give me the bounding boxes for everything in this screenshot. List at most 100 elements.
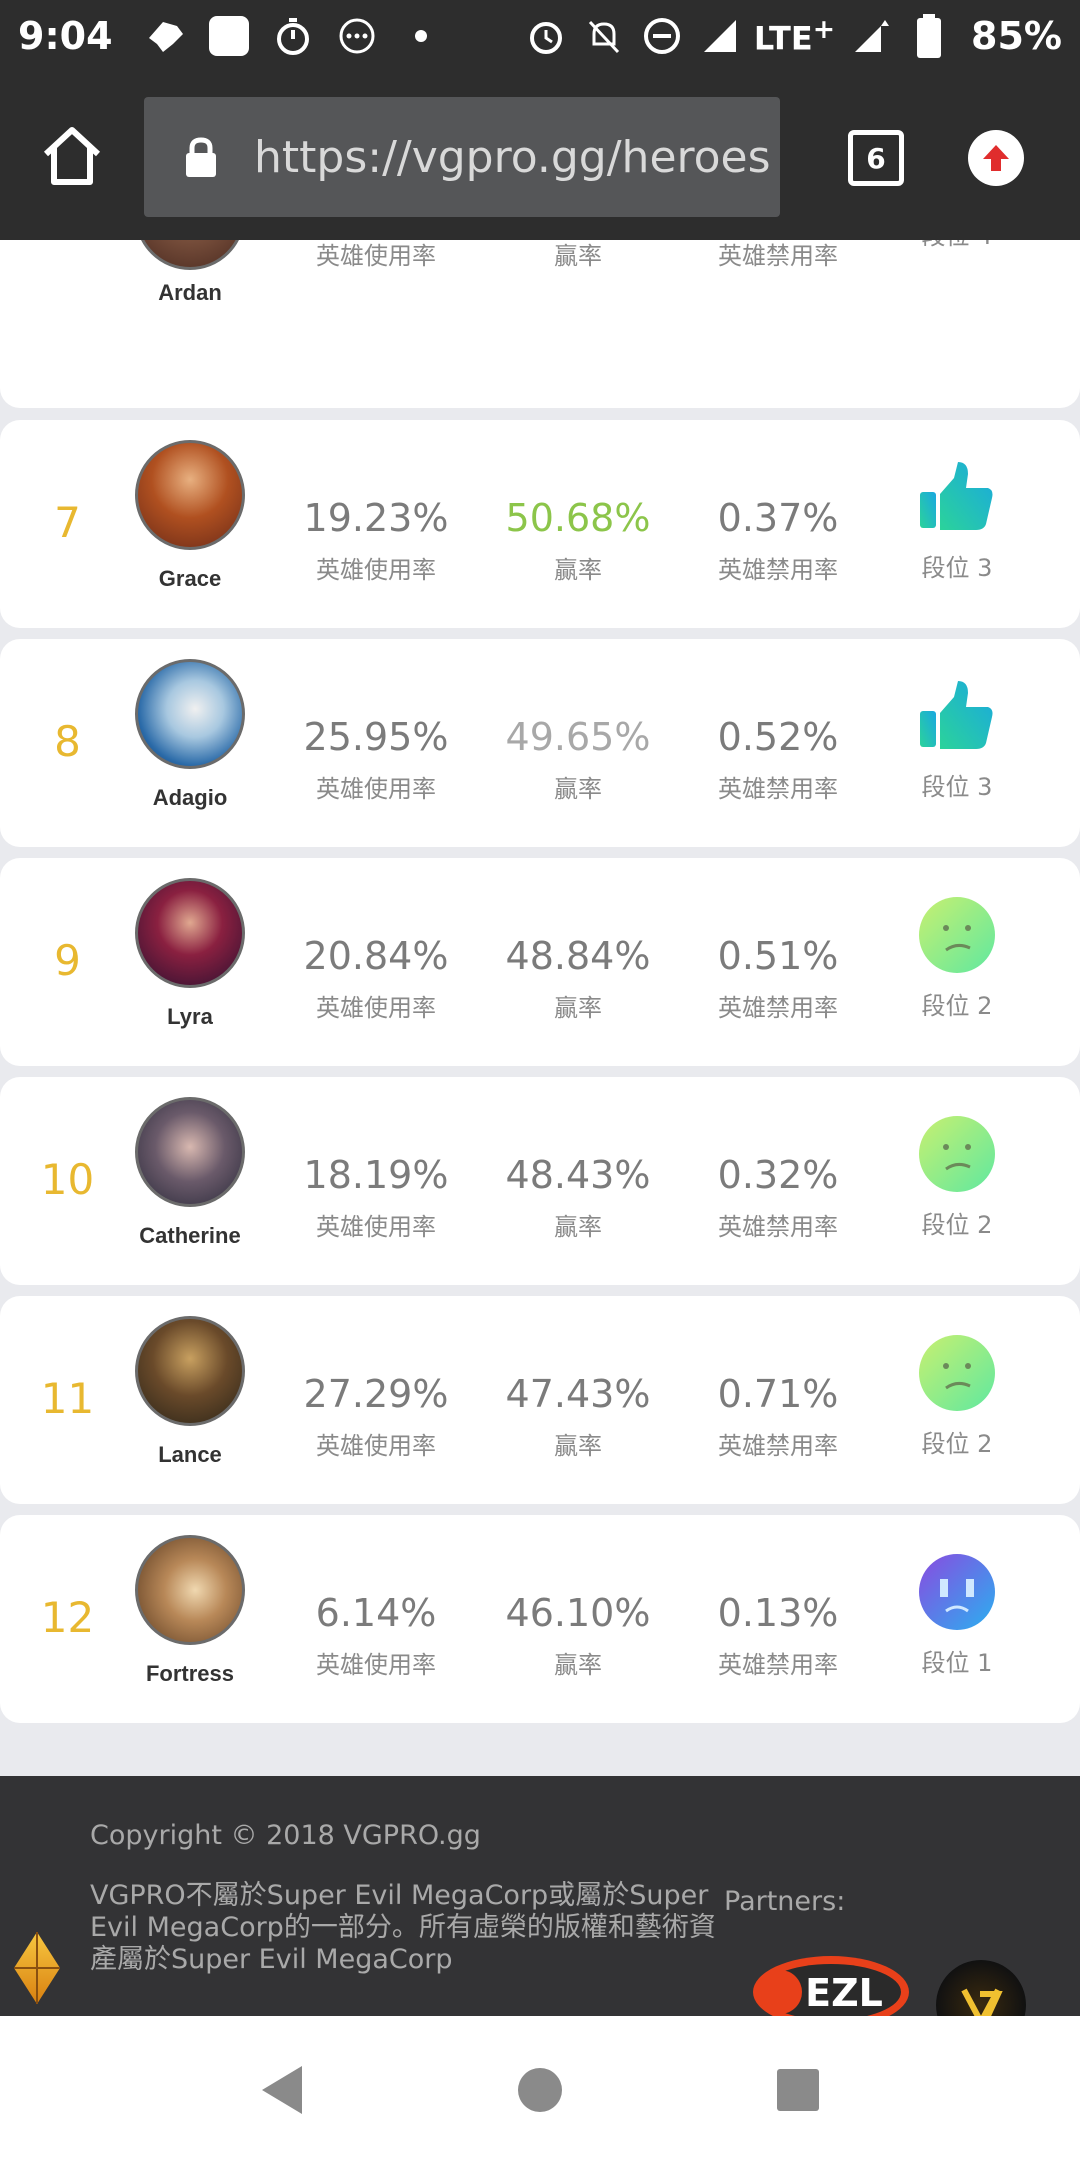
tab-switcher-button[interactable]: 6 — [848, 130, 904, 186]
ban-rate-value: 0.51% — [717, 934, 839, 978]
tier-badge: 段位 2 — [900, 896, 1014, 1021]
hero-rank: 8 — [54, 717, 81, 766]
ban-rate-stat: 0.13% 英雄禁用率 — [678, 1591, 878, 1680]
pick-rate-stat: 18.19% 英雄使用率 — [276, 1153, 476, 1242]
tier-label: 段位 3 — [921, 773, 993, 801]
win-rate-stat: 0 贏率 — [478, 240, 678, 271]
vy-logo-icon — [961, 1988, 1003, 2016]
vainglory-logo-icon — [14, 1932, 60, 2004]
dot-icon — [397, 12, 445, 60]
disclaimer-text: VGPRO不屬於Super Evil MegaCorp或屬於Super Evil… — [90, 1880, 716, 1975]
ban-rate-label: 英雄禁用率 — [718, 775, 838, 803]
hero-name: Ardan — [158, 280, 222, 305]
hero-rank: 12 — [40, 1593, 95, 1642]
hero-row[interactable]: 9 Lyra 20.84% 英雄使用率 48.84% 贏率 0.51% 英雄禁用… — [0, 858, 1080, 1066]
hero-row[interactable]: 6 Ardan 0 英雄使用率 0 贏率 0 英雄禁用率 段位 4 — [0, 240, 1080, 408]
neutral-face-icon — [919, 1116, 995, 1192]
hero-rank: 9 — [54, 936, 81, 985]
ezl-partner-logo[interactable]: EZL — [750, 1952, 912, 2016]
pick-rate-label: 英雄使用率 — [316, 1651, 436, 1679]
hero-row[interactable]: 12 Fortress 6.14% 英雄使用率 46.10% 贏率 0.13% … — [0, 1515, 1080, 1723]
ban-rate-stat: 0.51% 英雄禁用率 — [678, 934, 878, 1023]
tier-badge: 段位 4 — [900, 240, 1014, 251]
hero-row[interactable]: 11 Lance 27.29% 英雄使用率 47.43% 贏率 0.71% 英雄… — [0, 1296, 1080, 1504]
status-right: LTE+ 85% — [522, 12, 1062, 60]
notifications-off-icon — [580, 12, 628, 60]
signal-icon — [696, 12, 744, 60]
pick-rate-stat: 6.14% 英雄使用率 — [276, 1591, 476, 1680]
win-rate-label: 贏率 — [554, 775, 602, 803]
win-rate-value: 48.84% — [505, 934, 651, 978]
hero-avatar — [135, 1316, 245, 1426]
home-button[interactable] — [40, 124, 104, 188]
pick-rate-value: 6.14% — [315, 1591, 437, 1635]
win-rate-stat: 49.65% 贏率 — [478, 715, 678, 804]
tier-badge: 段位 3 — [900, 677, 1014, 802]
pick-rate-stat: 25.95% 英雄使用率 — [276, 715, 476, 804]
ban-rate-label: 英雄禁用率 — [718, 994, 838, 1022]
win-rate-value: 48.43% — [505, 1153, 651, 1197]
tier-label: 段位 3 — [921, 554, 993, 582]
crying-face-icon — [919, 1554, 995, 1630]
thumbs-up-icon — [920, 462, 993, 530]
tier-label: 段位 2 — [921, 1430, 993, 1458]
back-button[interactable] — [252, 2060, 312, 2120]
pick-rate-value: 19.23% — [303, 496, 449, 540]
url-text: https://vgpro.gg/heroes — [254, 131, 771, 183]
square-notification-icon — [205, 12, 253, 60]
url-bar[interactable]: https://vgpro.gg/heroes — [144, 97, 780, 217]
hero-rank: 10 — [40, 1155, 95, 1204]
tier-badge: 段位 2 — [900, 1334, 1014, 1459]
tier-label: 段位 4 — [900, 240, 1014, 251]
hero-name: Fortress — [145, 1661, 235, 1686]
pick-rate-value: 27.29% — [303, 1372, 449, 1416]
battery-icon — [905, 12, 953, 60]
win-rate-stat: 48.43% 贏率 — [478, 1153, 678, 1242]
ban-rate-stat: 0.71% 英雄禁用率 — [678, 1372, 878, 1461]
pick-rate-stat: 0 英雄使用率 — [276, 240, 476, 271]
hero-row[interactable]: 7 Grace 19.23% 英雄使用率 50.68% 贏率 0.37% 英雄禁… — [0, 420, 1080, 628]
tier-label: 段位 2 — [921, 1211, 993, 1239]
ban-rate-value: 0.37% — [717, 496, 839, 540]
lock-icon — [186, 137, 216, 177]
pick-rate-value: 25.95% — [303, 715, 449, 759]
pick-rate-stat: 19.23% 英雄使用率 — [276, 496, 476, 585]
home-icon — [43, 127, 101, 185]
arrow-up-icon — [983, 145, 1009, 171]
win-rate-label: 贏率 — [554, 1432, 602, 1460]
copyright-text: Copyright © 2018 VGPRO.gg — [90, 1820, 481, 1851]
back-triangle-icon — [262, 2066, 302, 2114]
status-bar: 9:04 LTE+ 85% — [0, 0, 1080, 72]
recents-button[interactable] — [768, 2060, 828, 2120]
hero-avatar — [135, 1535, 245, 1645]
signal-icon-2 — [847, 12, 895, 60]
home-nav-button[interactable] — [510, 2060, 570, 2120]
tier-badge: 段位 2 — [900, 1115, 1014, 1240]
pick-rate-stat: 27.29% 英雄使用率 — [276, 1372, 476, 1461]
pick-rate-label: 英雄使用率 — [316, 994, 436, 1022]
tier-label: 段位 1 — [921, 1649, 993, 1677]
hero-row[interactable]: 10 Catherine 18.19% 英雄使用率 48.43% 贏率 0.32… — [0, 1077, 1080, 1285]
hero-avatar — [135, 1097, 245, 1207]
ban-rate-label: 英雄禁用率 — [718, 1432, 838, 1460]
hero-rank: 7 — [54, 498, 81, 547]
tier-label: 段位 2 — [921, 992, 993, 1020]
tier-badge: 段位 1 — [900, 1553, 1014, 1678]
recents-square-icon — [777, 2069, 819, 2111]
hero-name: Lyra — [167, 1004, 213, 1029]
hero-row[interactable]: 8 Adagio 25.95% 英雄使用率 49.65% 贏率 0.52% 英雄… — [0, 639, 1080, 847]
ban-rate-stat: 0 英雄禁用率 — [678, 240, 878, 271]
pick-rate-label: 英雄使用率 — [316, 775, 436, 803]
ban-rate-label: 英雄禁用率 — [718, 1213, 838, 1241]
vy-partner-logo[interactable] — [936, 1960, 1026, 2016]
ban-rate-label: 英雄禁用率 — [718, 1651, 838, 1679]
update-button[interactable] — [968, 130, 1024, 186]
ban-rate-stat: 0.52% 英雄禁用率 — [678, 715, 878, 804]
pick-rate-value: 18.19% — [303, 1153, 449, 1197]
pick-rate-label: 英雄使用率 — [316, 556, 436, 584]
app-notification-icon — [141, 12, 189, 60]
neutral-face-icon — [919, 1335, 995, 1411]
pick-rate-value: 20.84% — [303, 934, 449, 978]
ban-rate-value: 0.32% — [717, 1153, 839, 1197]
win-rate-label: 贏率 — [554, 556, 602, 584]
